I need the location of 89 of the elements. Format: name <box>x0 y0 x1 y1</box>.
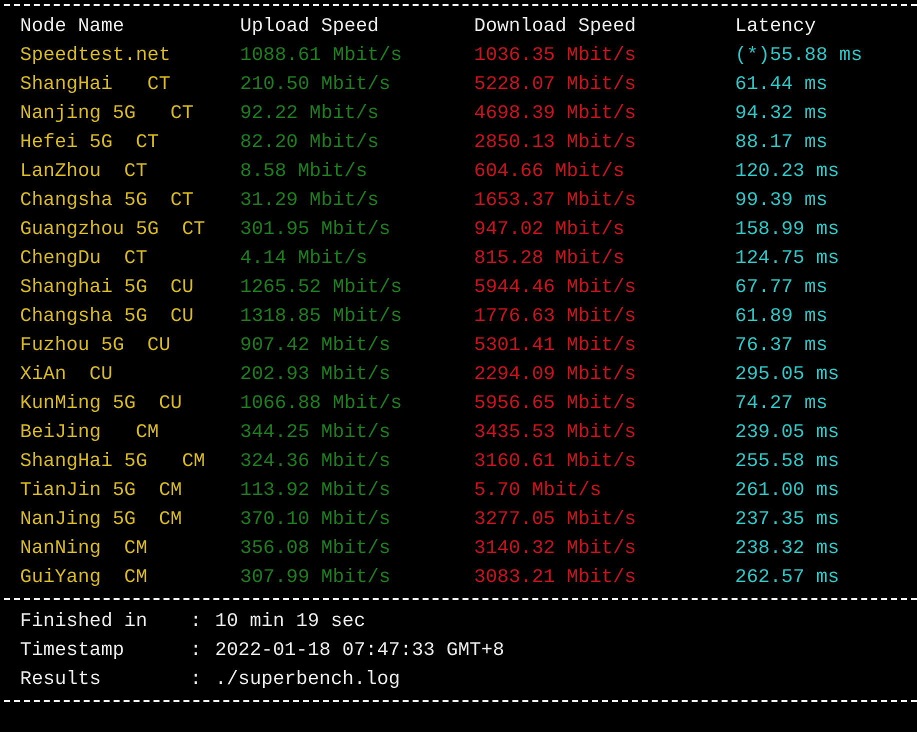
upload-speed: 113.92 Mbit/s <box>240 478 392 503</box>
node-name: BeiJing CM <box>20 420 160 445</box>
separator: : <box>190 609 203 634</box>
latency: 238.32 ms <box>735 536 840 561</box>
upload-speed: 370.10 Mbit/s <box>240 507 392 532</box>
latency: 239.05 ms <box>735 420 840 445</box>
download-speed: 1653.37 Mbit/s <box>474 188 637 213</box>
latency: 255.58 ms <box>735 449 840 474</box>
latency: 61.89 ms <box>735 304 829 329</box>
latency: 67.77 ms <box>735 275 829 300</box>
summary-label: Finished in <box>20 609 148 634</box>
summary-value: 10 min 19 sec <box>215 609 366 634</box>
upload-speed: 324.36 Mbit/s <box>240 449 392 474</box>
node-name: Guangzhou 5G CT <box>20 217 206 242</box>
node-name: Changsha 5G CU <box>20 304 195 329</box>
download-speed: 5.70 Mbit/s <box>474 478 602 503</box>
node-name: ChengDu CT <box>20 246 148 271</box>
latency: 120.23 ms <box>735 159 840 184</box>
download-speed: 2294.09 Mbit/s <box>474 362 637 387</box>
latency: 261.00 ms <box>735 478 840 503</box>
download-speed: 1036.35 Mbit/s <box>474 43 637 68</box>
latency: 99.39 ms <box>735 188 829 213</box>
node-name: ShangHai CT <box>20 72 172 97</box>
latency: 158.99 ms <box>735 217 840 242</box>
node-name: Hefei 5G CT <box>20 130 160 155</box>
latency: 76.37 ms <box>735 333 829 358</box>
latency: 94.32 ms <box>735 101 829 126</box>
upload-speed: 344.25 Mbit/s <box>240 420 392 445</box>
upload-speed: 1066.88 Mbit/s <box>240 391 403 416</box>
download-speed: 3083.21 Mbit/s <box>474 565 637 590</box>
download-speed: 5944.46 Mbit/s <box>474 275 637 300</box>
latency: 295.05 ms <box>735 362 840 387</box>
summary-value: 2022-01-18 07:47:33 GMT+8 <box>215 638 506 663</box>
latency: 74.27 ms <box>735 391 829 416</box>
upload-speed: 907.42 Mbit/s <box>240 333 392 358</box>
download-speed: 1776.63 Mbit/s <box>474 304 637 329</box>
download-speed: 5228.07 Mbit/s <box>474 72 637 97</box>
upload-speed: 356.08 Mbit/s <box>240 536 392 561</box>
download-speed: 815.28 Mbit/s <box>474 246 626 271</box>
column-header: Download Speed <box>474 14 637 39</box>
node-name: LanZhou CT <box>20 159 148 184</box>
download-speed: 2850.13 Mbit/s <box>474 130 637 155</box>
download-speed: 4698.39 Mbit/s <box>474 101 637 126</box>
upload-speed: 210.50 Mbit/s <box>240 72 392 97</box>
download-speed: 3435.53 Mbit/s <box>474 420 637 445</box>
node-name: XiAn CU <box>20 362 114 387</box>
upload-speed: 1265.52 Mbit/s <box>240 275 403 300</box>
latency: (*)55.88 ms <box>735 43 864 68</box>
download-speed: 604.66 Mbit/s <box>474 159 626 184</box>
download-speed: 5956.65 Mbit/s <box>474 391 637 416</box>
upload-speed: 202.93 Mbit/s <box>240 362 392 387</box>
upload-speed: 307.99 Mbit/s <box>240 565 392 590</box>
download-speed: 3160.61 Mbit/s <box>474 449 637 474</box>
separator: : <box>190 667 203 692</box>
upload-speed: 8.58 Mbit/s <box>240 159 368 184</box>
node-name: ShangHai 5G CM <box>20 449 206 474</box>
download-speed: 3140.32 Mbit/s <box>474 536 637 561</box>
node-name: Nanjing 5G CT <box>20 101 195 126</box>
latency: 88.17 ms <box>735 130 829 155</box>
upload-speed: 92.22 Mbit/s <box>240 101 380 126</box>
node-name: NanJing 5G CM <box>20 507 183 532</box>
latency: 61.44 ms <box>735 72 829 97</box>
column-header: Node Name <box>20 14 126 39</box>
latency: 262.57 ms <box>735 565 840 590</box>
upload-speed: 31.29 Mbit/s <box>240 188 380 213</box>
node-name: TianJin 5G CM <box>20 478 183 503</box>
summary-label: Timestamp <box>20 638 126 663</box>
latency: 124.75 ms <box>735 246 840 271</box>
column-header: Upload Speed <box>240 14 380 39</box>
node-name: NanNing CM <box>20 536 148 561</box>
node-name: KunMing 5G CU <box>20 391 183 416</box>
latency: 237.35 ms <box>735 507 840 532</box>
upload-speed: 1318.85 Mbit/s <box>240 304 403 329</box>
node-name: GuiYang CM <box>20 565 148 590</box>
summary-label: Results <box>20 667 102 692</box>
upload-speed: 301.95 Mbit/s <box>240 217 392 242</box>
node-name: Changsha 5G CT <box>20 188 195 213</box>
download-speed: 3277.05 Mbit/s <box>474 507 637 532</box>
upload-speed: 4.14 Mbit/s <box>240 246 368 271</box>
download-speed: 5301.41 Mbit/s <box>474 333 637 358</box>
summary-value: ./superbench.log <box>215 667 402 692</box>
node-name: Speedtest.net <box>20 43 172 68</box>
separator: : <box>190 638 203 663</box>
node-name: Shanghai 5G CU <box>20 275 195 300</box>
node-name: Fuzhou 5G CU <box>20 333 172 358</box>
upload-speed: 1088.61 Mbit/s <box>240 43 403 68</box>
column-header: Latency <box>735 14 817 39</box>
upload-speed: 82.20 Mbit/s <box>240 130 380 155</box>
download-speed: 947.02 Mbit/s <box>474 217 626 242</box>
